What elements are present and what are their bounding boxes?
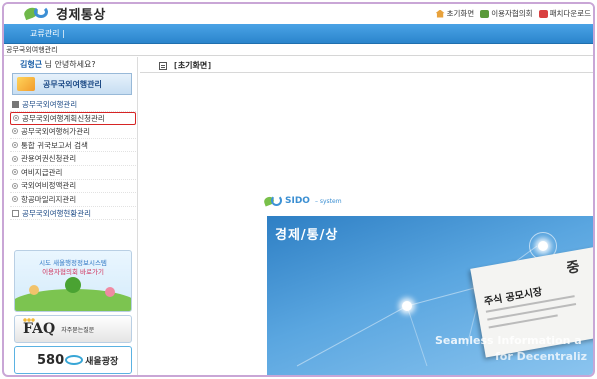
- main-nav-bar: 교류관리 |: [4, 24, 593, 44]
- user-council-label: 이용자협의회: [491, 9, 533, 18]
- hero-title: 경제/통/상: [275, 228, 339, 243]
- plus-box-icon: [12, 209, 19, 217]
- child-illustration: [29, 285, 39, 295]
- sidebar-item-flat-rate[interactable]: 국외여비정액관리: [10, 180, 136, 194]
- bullet-icon: [13, 115, 19, 122]
- user-name: 김형근: [20, 60, 43, 69]
- patch-download-link[interactable]: 패치다운로드: [538, 8, 591, 19]
- hero-banner: 중 주식 공모시장 경제/통/상 Seamless Information a …: [267, 216, 593, 375]
- faq-subtitle: 자주묻는질문: [61, 326, 95, 334]
- document-icon: [159, 61, 167, 70]
- logo-icon: [22, 5, 50, 21]
- bullet-icon: [12, 142, 18, 149]
- minus-box-icon: [12, 100, 19, 108]
- hero-slogan-line1: Seamless Information a: [435, 334, 582, 347]
- folder-icon: [17, 77, 35, 91]
- sido-logo: SIDO – system: [262, 195, 342, 207]
- book-icon: [480, 9, 490, 18]
- sido-logo-text: SIDO: [285, 196, 310, 206]
- bullet-icon: [12, 128, 18, 135]
- sido-logo-icon: [262, 195, 282, 207]
- sidebar: 김형근 님 안녕하세요? 공무국외여행관리 공무국외여행관리 공무국외여행계획신…: [10, 57, 136, 375]
- sidebar-item-label: 공무국외여행관리: [22, 99, 78, 109]
- bullet-icon: [12, 169, 18, 176]
- home-link[interactable]: 초기화면: [435, 8, 475, 19]
- bullet-icon: [12, 182, 18, 189]
- breadcrumb-text: 공무국외여행관리: [6, 46, 58, 54]
- greeting: 김형근 님 안녕하세요?: [10, 57, 136, 71]
- saeol-label: 새올광장: [85, 356, 119, 367]
- user-council-link[interactable]: 이용자협의회: [480, 8, 533, 19]
- patch-download-label: 패치다운로드: [549, 9, 591, 18]
- sidebar-group-status[interactable]: 공무국외여행현황관리: [10, 207, 136, 221]
- bullet-icon: [12, 196, 18, 203]
- child-illustration: [105, 287, 115, 297]
- nav-menu-exchange[interactable]: 교류관리 |: [30, 28, 65, 39]
- sidebar-section-header: 공무국외여행관리: [12, 73, 132, 95]
- sidebar-section-title: 공무국외여행관리: [43, 79, 102, 89]
- tree-illustration: [65, 277, 81, 293]
- app-window: 경제통상 초기화면 이용자협의회 패치다운로드 교류관리 | 공무국외여행관리 …: [2, 2, 595, 377]
- page-title: [초기화면]: [159, 60, 212, 71]
- sidebar-divider: [137, 57, 138, 375]
- sidebar-item-label: 항공마일리지관리: [21, 194, 77, 204]
- saeol-number: 580: [37, 352, 65, 368]
- sidebar-group-overseas-travel[interactable]: 공무국외여행관리: [10, 98, 136, 112]
- sidebar-item-passport[interactable]: 관용여권신청관리: [10, 152, 136, 166]
- faq-banner[interactable]: FAQ 자주묻는질문: [14, 315, 132, 343]
- app-title: 경제통상: [56, 7, 106, 23]
- breadcrumb: 공무국외여행관리: [4, 44, 593, 56]
- faq-title: FAQ: [23, 321, 56, 337]
- council-banner-line2: 이용자협의회 바로가기: [42, 268, 104, 276]
- hero-slogan-line2: for Decentraliz: [495, 350, 588, 363]
- sidebar-item-mileage[interactable]: 항공마일리지관리: [10, 193, 136, 207]
- rings-icon: [65, 355, 84, 365]
- bullet-icon: [12, 155, 18, 162]
- home-link-label: 초기화면: [446, 9, 475, 18]
- sidebar-item-label: 공무국외여행계획신청관리: [22, 113, 105, 123]
- dots-decoration: [23, 318, 35, 322]
- sidebar-item-label: 공무국외여행허가관리: [21, 126, 90, 136]
- sidebar-item-label: 통합 귀국보고서 검색: [21, 140, 88, 150]
- sidebar-item-label: 여비지급관리: [21, 167, 63, 177]
- sidebar-item-label: 국외여비정액관리: [21, 181, 77, 191]
- newspaper-big-text: 중: [565, 258, 581, 277]
- utility-links: 초기화면 이용자협의회 패치다운로드: [435, 8, 591, 19]
- app-logo[interactable]: 경제통상: [22, 4, 106, 23]
- sidebar-item-report-search[interactable]: 통합 귀국보고서 검색: [10, 139, 136, 153]
- page-title-text: [초기화면]: [173, 61, 213, 70]
- glow-node: [538, 241, 548, 251]
- sidebar-item-label: 공무국외여행현황관리: [22, 208, 91, 218]
- sido-logo-suffix: – system: [314, 197, 342, 205]
- greeting-suffix: 님 안녕하세요?: [42, 60, 96, 69]
- sidebar-item-label: 관용여권신청관리: [21, 154, 77, 164]
- top-header: 경제통상 초기화면 이용자협의회 패치다운로드: [4, 4, 593, 24]
- home-icon: [435, 9, 445, 18]
- user-council-banner[interactable]: 시도 새올행정정보시스템 이용자협의회 바로가기: [14, 250, 132, 312]
- glow-node: [402, 301, 412, 311]
- download-icon: [538, 9, 548, 18]
- saeol-square-banner[interactable]: 580 새올광장: [14, 346, 132, 374]
- title-divider: [140, 72, 593, 73]
- sidebar-item-travel-expense[interactable]: 여비지급관리: [10, 166, 136, 180]
- sidebar-item-plan-request[interactable]: 공무국외여행계획신청관리: [10, 111, 136, 126]
- sidebar-menu: 공무국외여행관리 공무국외여행계획신청관리 공무국외여행허가관리 통합 귀국보고…: [10, 98, 136, 221]
- sidebar-item-permit[interactable]: 공무국외여행허가관리: [10, 125, 136, 139]
